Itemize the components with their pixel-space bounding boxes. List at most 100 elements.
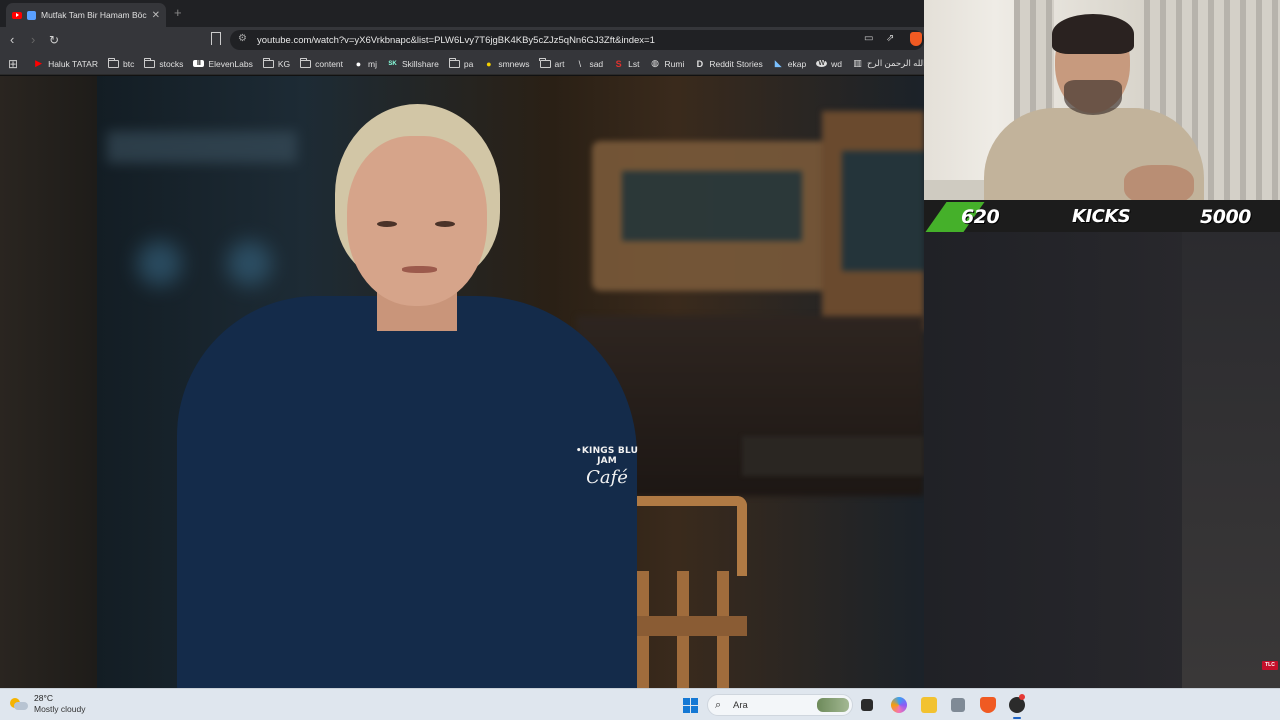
task-view-icon[interactable] <box>861 699 873 711</box>
wikipedia-icon: W <box>816 60 828 67</box>
bookmark-label: ekap <box>787 58 807 69</box>
channel-badge: TLC <box>1262 661 1278 670</box>
counter-goal: 5000 <box>1200 206 1251 228</box>
background-light <box>137 241 182 286</box>
bookmark-label: smnews <box>498 58 530 69</box>
bookmark-label: pa <box>463 58 474 69</box>
start-button[interactable] <box>683 698 698 713</box>
active-app-indicator <box>1013 717 1021 719</box>
taskbar: 28°C Mostly cloudy ⌕ Ara <box>0 688 1280 720</box>
tab-youtube[interactable]: Mutfak Tam Bir Hamam Böcek ✕ <box>6 3 166 27</box>
video-side-left <box>0 76 97 688</box>
shirt-logo-line1: •KINGS BLU JAM <box>575 446 639 466</box>
bookmark-item[interactable]: ▥ الله الرحمن الرح... <box>847 55 924 73</box>
bird-icon: ◣ <box>774 58 782 68</box>
bookmark-item[interactable]: ◍ Rumi <box>645 55 690 73</box>
weather-desc: Mostly cloudy <box>34 704 86 714</box>
site-info-icon[interactable]: ⚙ <box>238 33 247 44</box>
bookmark-item[interactable]: btc <box>103 55 139 73</box>
share-icon[interactable]: ⇗ <box>886 33 894 44</box>
weather-widget[interactable]: 28°C Mostly cloudy <box>10 693 86 715</box>
back-icon[interactable]: ‹ <box>10 32 14 48</box>
folder-icon <box>107 57 119 68</box>
bookmark-label: content <box>315 58 344 69</box>
browser-window: Mutfak Tam Bir Hamam Böcek ✕ + ‹ › ↻ ⚙ y… <box>0 0 924 688</box>
taskbar-search[interactable]: ⌕ Ara <box>707 694 853 716</box>
search-placeholder: Ara <box>733 700 748 711</box>
youtube-icon <box>12 11 22 19</box>
bookmark-label: stocks <box>159 58 184 69</box>
feather-icon: \ <box>578 58 582 69</box>
background-table <box>742 436 924 476</box>
bookmark-label: art <box>554 58 565 69</box>
elevenlabs-icon: II <box>193 60 205 67</box>
bookmarks-bar: ⊞ ▶ Haluk TATAR btc stocks II ElevenLabs K… <box>0 53 924 75</box>
webcam-feed <box>924 0 1280 200</box>
book-icon: ▥ <box>853 58 862 68</box>
github-icon: ● <box>355 58 362 69</box>
video-frame[interactable]: •KINGS BLU JAM Café <box>97 76 924 688</box>
bookmark-label: الله الرحمن الرح... <box>867 58 924 68</box>
bookmark-item[interactable]: II ElevenLabs <box>188 55 257 73</box>
bookmark-item[interactable]: art <box>535 55 570 73</box>
cast-icon[interactable]: ▭ <box>864 33 873 44</box>
brave-browser-icon[interactable] <box>980 697 996 713</box>
bookmark-item[interactable]: ● mj <box>348 55 382 73</box>
brave-shield-icon[interactable] <box>910 32 922 46</box>
copilot-icon[interactable] <box>891 697 907 713</box>
bookmark-item[interactable]: SK Skillshare <box>382 55 444 73</box>
folder-icon <box>299 57 312 68</box>
weather-icon <box>10 698 28 710</box>
bookmark-label: KG <box>277 58 291 69</box>
file-explorer-icon[interactable] <box>921 697 937 713</box>
bookmark-label: mj <box>368 58 377 69</box>
bookmark-item[interactable]: KG <box>258 55 295 73</box>
video-player[interactable]: •KINGS BLU JAM Café <box>0 76 924 688</box>
bookmark-item[interactable]: S Lst <box>608 55 644 73</box>
bookmark-item[interactable]: ▶ Haluk TATAR <box>28 55 103 73</box>
bookmark-item[interactable]: content <box>295 55 348 73</box>
smiley-icon: ● <box>486 58 492 69</box>
snipping-tool-icon[interactable] <box>951 698 965 712</box>
kicks-counter: 620 KICKS 5000 <box>924 200 1280 232</box>
shirt-logo: •KINGS BLU JAM Café <box>567 446 647 488</box>
bookmark-item[interactable]: ● smnews <box>478 55 534 73</box>
reload-icon[interactable]: ↻ <box>49 32 59 48</box>
bookmark-icon[interactable] <box>211 32 221 45</box>
address-bar[interactable]: ⚙ youtube.com/watch?v=yX6Vrkbnapc&list=P… <box>230 30 924 50</box>
presenter-shirt <box>177 296 637 688</box>
right-background-edge: TLC <box>1182 200 1280 688</box>
url-text[interactable]: youtube.com/watch?v=yX6Vrkbnapc&list=PLW… <box>257 35 655 46</box>
bookmark-label: Haluk TATAR <box>48 58 98 69</box>
streamer-hair <box>1052 14 1134 54</box>
youtube-icon: ▶ <box>35 58 43 68</box>
bookmark-item[interactable]: ◣ ekap <box>768 55 811 73</box>
s-logo-icon: S <box>615 58 622 69</box>
bookmark-label: sad <box>589 58 604 69</box>
bookmark-item[interactable]: \ sad <box>569 55 608 73</box>
search-icon: ⌕ <box>715 699 722 711</box>
folder-icon <box>539 57 551 68</box>
browser-toolbar: ‹ › ↻ ⚙ youtube.com/watch?v=yX6Vrkbnapc&… <box>0 27 924 53</box>
bookmark-label: btc <box>122 58 135 69</box>
streamer-beard <box>1064 80 1122 115</box>
shirt-logo-line2: Café <box>586 467 628 488</box>
bookmark-item[interactable]: D Reddit Stories <box>689 55 767 73</box>
bookmark-item[interactable]: Wwd <box>811 55 847 73</box>
tab-title: Mutfak Tam Bir Hamam Böcek <box>41 10 147 20</box>
streamer-hand <box>1124 165 1194 200</box>
apps-grid-icon[interactable]: ⊞ <box>8 57 18 71</box>
folder-icon <box>144 57 156 68</box>
bookmark-item[interactable]: stocks <box>139 55 188 73</box>
bookmark-label: Rumi <box>664 58 685 69</box>
tab-strip: Mutfak Tam Bir Hamam Böcek ✕ + <box>0 0 924 27</box>
bookmark-label: wd <box>831 58 843 69</box>
close-icon[interactable]: ✕ <box>152 10 160 21</box>
folder-icon <box>448 57 460 68</box>
bookmark-label: ElevenLabs <box>208 58 253 69</box>
forward-icon[interactable]: › <box>31 32 35 48</box>
counter-current: 620 <box>961 206 1000 228</box>
bookmark-item[interactable]: pa <box>444 55 478 73</box>
presenter-face <box>347 136 487 306</box>
new-tab-button[interactable]: + <box>174 5 182 20</box>
